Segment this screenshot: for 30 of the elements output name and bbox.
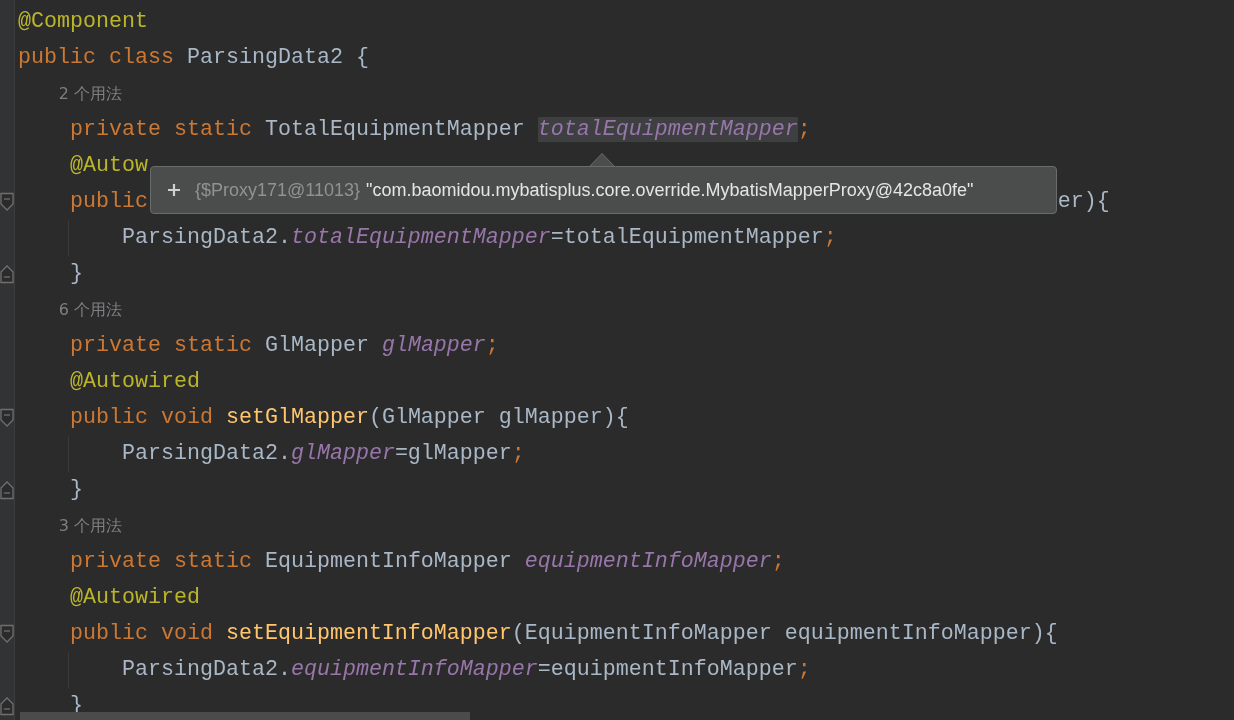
code-line: private static GlMapper glMapper; bbox=[69, 332, 499, 360]
code-line: ParsingData2.glMapper=glMapper; bbox=[121, 440, 525, 468]
usage-hint[interactable]: 3 个用法 bbox=[58, 508, 122, 544]
value-text: "com.baomidou.mybatisplus.core.override.MybatisMapperProxy@42c8a0fe" bbox=[366, 179, 974, 201]
code-line: } bbox=[69, 476, 83, 504]
code-line: er){ bbox=[1057, 188, 1110, 216]
code-line: @Autow bbox=[69, 152, 148, 180]
fold-end-icon[interactable] bbox=[0, 480, 14, 500]
object-id-text: {$Proxy171@11013} bbox=[195, 179, 361, 201]
code-line: @Autowired bbox=[69, 584, 200, 612]
fold-end-icon[interactable] bbox=[0, 264, 14, 284]
code-line: @Autowired bbox=[69, 368, 200, 396]
fold-collapse-icon[interactable] bbox=[0, 192, 14, 212]
fold-collapse-icon[interactable] bbox=[0, 624, 14, 644]
code-line: } bbox=[69, 260, 83, 288]
code-line: public void setEquipmentInfoMapper(EquipmentInfoMapper equipmentInfoMapper){ bbox=[69, 620, 1058, 648]
fold-end-icon[interactable] bbox=[0, 696, 14, 716]
horizontal-scrollbar[interactable] bbox=[20, 712, 470, 720]
usage-hint[interactable]: 6 个用法 bbox=[58, 292, 122, 328]
fold-collapse-icon[interactable] bbox=[0, 408, 14, 428]
code-line: public bbox=[69, 188, 148, 216]
code-line: public void setGlMapper(GlMapper glMapper){ bbox=[69, 404, 629, 432]
code-line: private static EquipmentInfoMapper equipmentInfoMapper; bbox=[69, 548, 785, 576]
code-line: ParsingData2.equipmentInfoMapper=equipmentInfoMapper; bbox=[121, 656, 811, 684]
code-line: @Component bbox=[18, 8, 148, 36]
usage-hint[interactable]: 2 个用法 bbox=[58, 76, 122, 112]
code-line: public class ParsingData2 { bbox=[18, 44, 369, 72]
code-line: ParsingData2.totalEquipmentMapper=totalEquipmentMapper; bbox=[121, 224, 837, 252]
code-line: private static TotalEquipmentMapper totalEquipmentMapper; bbox=[69, 116, 811, 144]
expand-plus-icon[interactable] bbox=[167, 183, 181, 197]
